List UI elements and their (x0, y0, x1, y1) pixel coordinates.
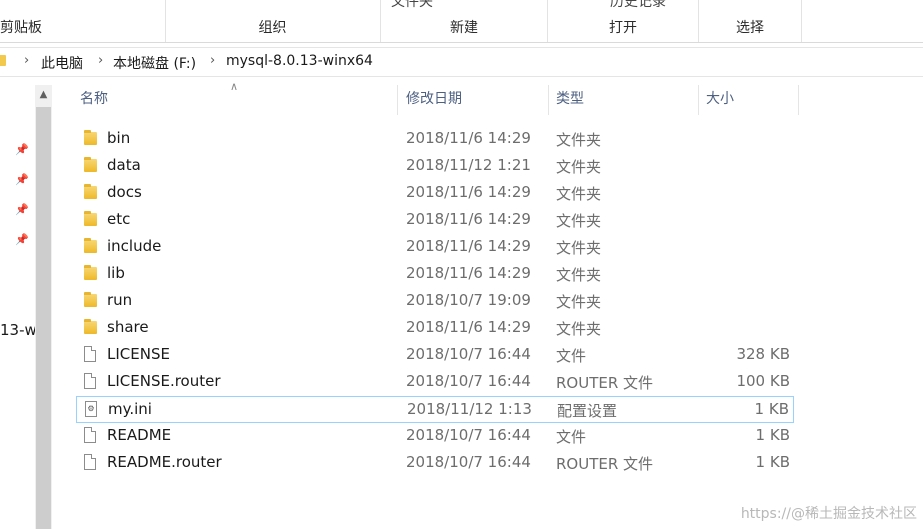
pin-icon[interactable]: 📌 (15, 143, 29, 156)
file-row[interactable]: ⚙ my.ini 2018/11/12 1:13 配置设置 1 KB (76, 396, 794, 423)
file-date: 2018/11/6 14:29 (406, 129, 531, 147)
column-header-type[interactable]: 类型 (556, 88, 584, 108)
file-date: 2018/11/6 14:29 (406, 210, 531, 228)
column-divider[interactable] (698, 85, 699, 115)
column-divider[interactable] (798, 85, 799, 115)
ribbon-label-organize: 组织 (258, 20, 287, 36)
file-row[interactable]: lib 2018/11/6 14:29 文件夹 (76, 261, 794, 288)
watermark: https://@稀土掘金技术社区 (740, 506, 917, 522)
folder-icon (0, 55, 6, 66)
column-divider[interactable] (548, 85, 549, 115)
column-divider[interactable] (397, 85, 398, 115)
file-date: 2018/11/6 14:29 (406, 318, 531, 336)
scroll-up-icon[interactable]: ▲ (35, 85, 52, 105)
file-name: data (107, 156, 141, 174)
ribbon: 剪贴板 组织 文件夹 新建 历史记录 打开 选择 (0, 0, 923, 43)
file-type: 文件夹 (556, 266, 602, 284)
file-row[interactable]: share 2018/11/6 14:29 文件夹 (76, 315, 794, 342)
file-name: docs (107, 183, 142, 201)
file-name: README.router (107, 453, 222, 471)
breadcrumb-local-disk[interactable]: 本地磁盘 (F:) (113, 53, 196, 73)
file-name: README (107, 426, 172, 444)
pin-icon[interactable]: 📌 (15, 203, 29, 216)
ribbon-group-select[interactable]: 选择 (699, 0, 802, 42)
column-header-name[interactable]: 名称 (80, 88, 108, 108)
sort-up-icon: ∧ (230, 80, 239, 93)
nav-scrollbar[interactable]: ▲ (35, 85, 52, 529)
file-date: 2018/11/12 1:13 (407, 400, 532, 418)
file-size: 100 KB (736, 372, 790, 390)
ribbon-group-organize[interactable]: 组织 (165, 0, 381, 42)
ribbon-group-new[interactable]: 文件夹 新建 (381, 0, 548, 42)
file-type: 文件 (556, 347, 587, 365)
file-name: bin (107, 129, 131, 147)
file-size: 1 KB (755, 453, 790, 471)
file-date: 2018/11/6 14:29 (406, 264, 531, 282)
file-date: 2018/11/6 14:29 (406, 237, 531, 255)
ribbon-label-new: 新建 (450, 20, 478, 36)
file-type: ROUTER 文件 (556, 374, 654, 392)
file-row[interactable]: include 2018/11/6 14:29 文件夹 (76, 234, 794, 261)
file-type: 文件夹 (556, 293, 602, 311)
file-name: LICENSE (107, 345, 170, 363)
file-size: 1 KB (754, 400, 789, 418)
file-size: 328 KB (736, 345, 790, 363)
file-type: 文件夹 (556, 185, 602, 203)
file-date: 2018/10/7 16:44 (406, 426, 531, 444)
chevron-right-icon[interactable]: › (98, 53, 103, 68)
ribbon-group-open[interactable]: 历史记录 打开 (548, 0, 699, 42)
file-date: 2018/11/6 14:29 (406, 183, 531, 201)
file-name: include (107, 237, 162, 255)
file-type: 文件 (556, 428, 587, 446)
chevron-right-icon[interactable]: › (24, 53, 29, 68)
file-size: 1 KB (755, 426, 790, 444)
ribbon-label-select: 选择 (736, 20, 764, 36)
file-row[interactable]: docs 2018/11/6 14:29 文件夹 (76, 180, 794, 207)
ribbon-top-history[interactable]: 历史记录 (610, 0, 698, 11)
file-row[interactable]: README.router 2018/10/7 16:44 ROUTER 文件 1 K… (76, 450, 794, 477)
chevron-right-icon[interactable]: › (210, 53, 215, 68)
pin-icon[interactable]: 📌 (15, 233, 29, 246)
file-type: 文件夹 (556, 158, 602, 176)
file-name: LICENSE.router (107, 372, 221, 390)
file-date: 2018/10/7 16:44 (406, 372, 531, 390)
file-row[interactable]: LICENSE.router 2018/10/7 16:44 ROUTER 文件 10… (76, 369, 794, 396)
file-name: my.ini (108, 400, 152, 418)
file-row[interactable]: bin 2018/11/6 14:29 文件夹 (76, 126, 794, 153)
breadcrumb-mysql-folder[interactable]: mysql-8.0.13-winx64 (226, 53, 373, 69)
breadcrumb-this-pc[interactable]: 此电脑 (41, 53, 83, 73)
scroll-thumb[interactable] (36, 107, 51, 529)
ribbon-label-clipboard: 剪贴板 (0, 20, 42, 36)
ribbon-label-open: 打开 (609, 20, 637, 36)
file-row[interactable]: etc 2018/11/6 14:29 文件夹 (76, 207, 794, 234)
file-name: etc (107, 210, 131, 228)
file-date: 2018/10/7 19:09 (406, 291, 531, 309)
file-name: run (107, 291, 133, 309)
column-header-date[interactable]: 修改日期 (406, 88, 462, 108)
ribbon-group-clipboard[interactable]: 剪贴板 (0, 0, 166, 42)
file-row[interactable]: run 2018/10/7 19:09 文件夹 (76, 288, 794, 315)
file-date: 2018/10/7 16:44 (406, 345, 531, 363)
file-date: 2018/10/7 16:44 (406, 453, 531, 471)
file-row[interactable]: LICENSE 2018/10/7 16:44 文件 328 KB (76, 342, 794, 369)
file-type: ROUTER 文件 (556, 455, 654, 473)
file-type: 文件夹 (556, 239, 602, 257)
file-date: 2018/11/12 1:21 (406, 156, 531, 174)
nav-item-truncated[interactable]: 13-w (0, 321, 37, 339)
file-type: 文件夹 (556, 131, 602, 149)
file-type: 文件夹 (556, 212, 602, 230)
column-header-size[interactable]: 大小 (706, 88, 734, 108)
file-row[interactable]: README 2018/10/7 16:44 文件 1 KB (76, 423, 794, 450)
ribbon-top-new-folder[interactable]: 文件夹 (391, 0, 547, 11)
file-name: share (107, 318, 149, 336)
file-name: lib (107, 264, 125, 282)
file-row[interactable]: data 2018/11/12 1:21 文件夹 (76, 153, 794, 180)
pin-icon[interactable]: 📌 (15, 173, 29, 186)
file-type: 配置设置 (557, 402, 618, 420)
file-type: 文件夹 (556, 320, 602, 338)
address-bar[interactable]: › 此电脑 › 本地磁盘 (F:) › mysql-8.0.13-winx64 (0, 47, 923, 77)
